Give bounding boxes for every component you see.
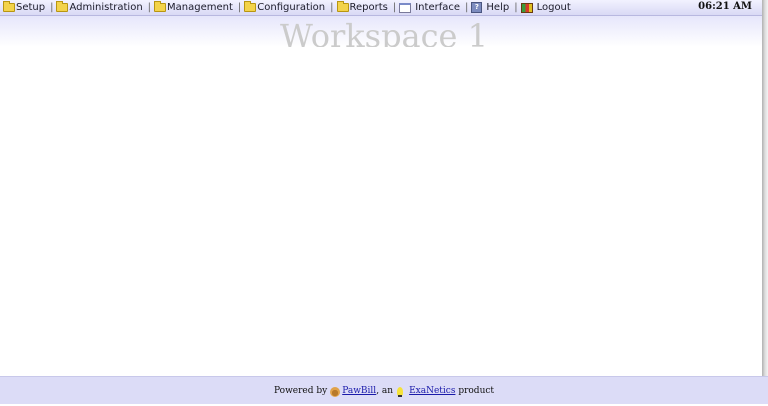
window-icon [399,2,412,13]
right-edge-shadow [762,0,768,376]
workspace-area[interactable] [0,47,762,375]
folder-icon [336,1,349,12]
menu-item-reports[interactable]: Reports [336,1,388,13]
menu-separator: | [330,2,334,13]
menu-item-configuration[interactable]: Configuration [244,1,326,13]
menu-item-label: Configuration [257,2,326,13]
folder-icon [244,1,257,12]
menu-separator: | [147,2,152,13]
clock-display: 06:21 AM [698,1,752,12]
folder-icon [3,1,15,12]
menu-item-interface[interactable]: Interface [399,2,460,13]
menu-separator: | [237,2,242,13]
menu-item-label: Administration [69,2,143,13]
menu-item-label: Help [486,2,510,13]
menu-item-label: Interface [415,2,461,13]
powered-by-text: Powered by [273,385,328,396]
menu-item-label: Reports [349,2,388,13]
app-page: Setup | Administration | Management | Co… [0,0,768,406]
menu-separator: | [50,2,54,13]
footer: Powered by PawBill , an ExaNetics produc… [0,376,768,404]
footer-an-text: , an [376,385,394,396]
menu-separator: | [392,2,397,13]
lightbulb-icon [397,387,404,397]
menu-item-setup[interactable]: Setup [3,1,46,13]
menu-item-administration[interactable]: Administration [56,1,143,13]
help-icon: ? [471,2,483,13]
menu-item-label: Management [167,2,233,13]
menu-separator: | [514,2,518,13]
exanetics-link[interactable]: ExaNetics [409,386,455,396]
main-menu: Setup | Administration | Management | Co… [3,1,571,14]
menu-separator: | [465,2,469,13]
paw-icon [330,386,341,397]
product-text: product [458,385,495,396]
menu-item-label: Logout [536,2,571,13]
folder-icon [56,1,69,12]
pawbill-link[interactable]: PawBill [342,386,376,396]
menu-item-help[interactable]: ? Help [471,2,509,13]
folder-icon [154,1,167,12]
menu-item-label: Setup [16,2,46,13]
menu-item-logout[interactable]: Logout [520,2,571,13]
menu-item-management[interactable]: Management [154,1,233,13]
logout-icon [520,2,533,13]
